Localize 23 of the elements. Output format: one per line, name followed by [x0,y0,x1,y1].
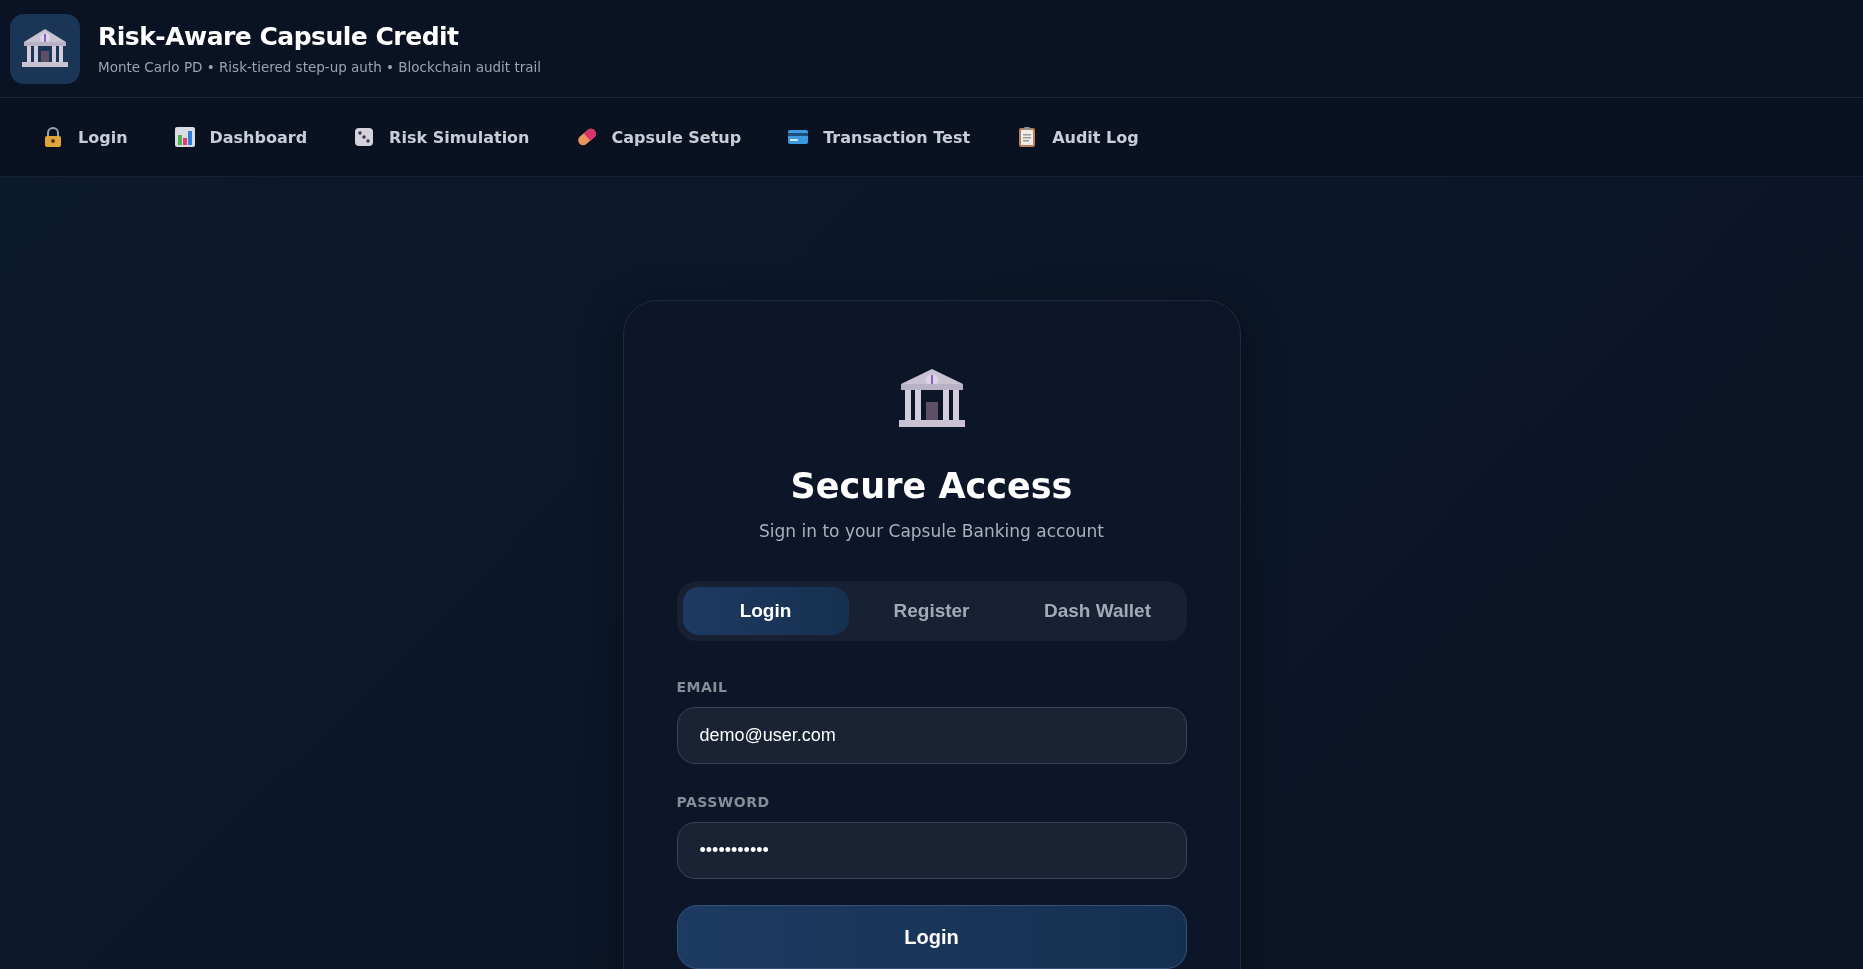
nav-link[interactable]: Risk Simulation [353,126,530,148]
field-label: PASSWORD [676,794,770,810]
app-title: Risk-Aware Capsule Credit [98,22,460,51]
input-field[interactable]: demo@user.com [676,707,1187,764]
bank-icon [898,367,965,429]
auth-tab[interactable]: Login [682,587,849,635]
input-field[interactable]: ••••••••••• [676,822,1187,879]
nav-link[interactable]: Audit Log [1016,126,1139,148]
auth-tab[interactable]: Dash Wallet [1014,587,1181,635]
bar-chart-icon [173,126,196,148]
nav-link[interactable]: Capsule Setup [575,126,742,148]
card-title: Secure Access [790,465,1073,507]
padlock-icon [42,126,64,148]
nav-link[interactable]: Dashboard [173,126,308,148]
login-button[interactable]: Login [676,905,1187,969]
app-subtitle: Monte Carlo PD • Risk-tiered step-up auth • Blockchain audit trail [98,59,542,75]
nav-link[interactable]: Transaction Test [787,126,971,148]
dice-icon [353,126,376,148]
card-subtitle: Sign in to your Capsule Banking account [759,521,1104,541]
nav-link[interactable]: Login [42,126,128,148]
bank-logo-icon [10,13,80,84]
auth-tab[interactable]: Register [848,587,1015,635]
field-label: EMAIL [676,679,728,695]
